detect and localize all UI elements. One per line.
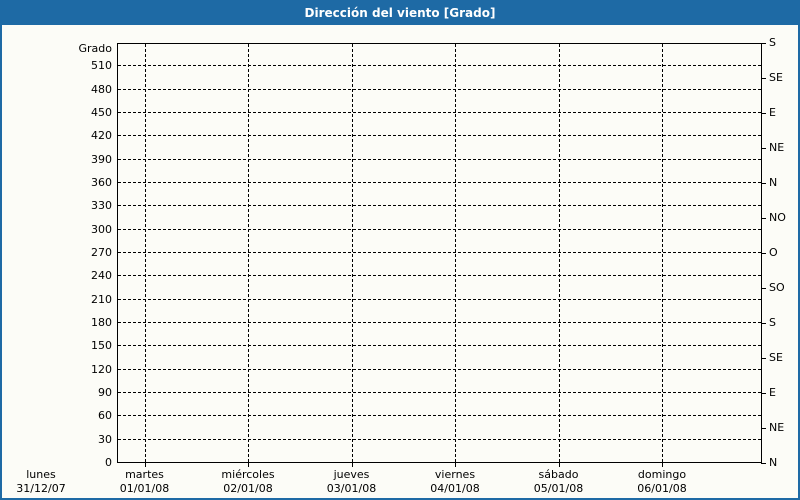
y-tick-label: 210 — [42, 293, 112, 307]
y-tick-label: 240 — [42, 269, 112, 283]
y-gridline — [118, 345, 761, 346]
compass-label: SE — [769, 71, 783, 85]
y-tick-label: 150 — [42, 339, 112, 353]
x-day-date: 02/01/08 — [196, 482, 300, 495]
y-gridline — [118, 112, 761, 113]
y-gridline — [118, 369, 761, 370]
compass-tick — [761, 148, 766, 149]
y-gridline — [118, 65, 761, 66]
x-day-label: viernes04/01/08 — [403, 468, 507, 495]
compass-label: NO — [769, 211, 786, 225]
compass-tick — [761, 323, 766, 324]
compass-tick — [761, 393, 766, 394]
x-day-name: viernes — [403, 468, 507, 481]
y-axis-unit-label: Grado — [42, 42, 112, 56]
compass-tick — [761, 253, 766, 254]
compass-label: N — [769, 456, 777, 470]
x-axis-tick — [455, 463, 456, 467]
y-gridline — [118, 135, 761, 136]
y-tick-label: 90 — [42, 386, 112, 400]
compass-tick — [761, 463, 766, 464]
y-tick-label: 30 — [42, 433, 112, 447]
x-axis-tick — [352, 463, 353, 467]
x-day-name: lunes — [0, 468, 93, 481]
x-day-name: domingo — [610, 468, 714, 481]
x-gridline — [559, 44, 560, 462]
y-tick-label: 510 — [42, 59, 112, 73]
x-gridline — [455, 44, 456, 462]
y-gridline — [118, 322, 761, 323]
x-day-date: 31/12/07 — [0, 482, 93, 495]
compass-label: E — [769, 106, 776, 120]
compass-label: S — [769, 316, 776, 330]
x-day-label: sábado05/01/08 — [507, 468, 611, 495]
y-gridline — [118, 252, 761, 253]
y-tick-label: 390 — [42, 153, 112, 167]
wind-direction-chart-window: Dirección del viento [Grado] Grado 03060… — [0, 0, 800, 500]
x-day-date: 05/01/08 — [507, 482, 611, 495]
y-tick-label: 180 — [42, 316, 112, 330]
y-gridline — [118, 205, 761, 206]
x-day-date: 03/01/08 — [300, 482, 404, 495]
compass-tick — [761, 288, 766, 289]
compass-tick — [761, 183, 766, 184]
x-day-label: domingo06/01/08 — [610, 468, 714, 495]
y-tick-label: 120 — [42, 363, 112, 377]
compass-label: E — [769, 386, 776, 400]
compass-label: NE — [769, 141, 784, 155]
y-tick-label: 60 — [42, 409, 112, 423]
compass-label: NE — [769, 421, 784, 435]
y-tick-label: 420 — [42, 129, 112, 143]
y-gridline — [118, 415, 761, 416]
x-day-name: sábado — [507, 468, 611, 481]
chart-title-bar: Dirección del viento [Grado] — [2, 2, 798, 25]
y-tick-label: 360 — [42, 176, 112, 190]
chart-title: Dirección del viento [Grado] — [305, 6, 496, 20]
x-gridline — [662, 44, 663, 462]
y-tick-label: 300 — [42, 223, 112, 237]
x-day-label: lunes31/12/07 — [0, 468, 93, 495]
compass-label: O — [769, 246, 778, 260]
y-gridline — [118, 89, 761, 90]
x-day-date: 06/01/08 — [610, 482, 714, 495]
y-gridline — [118, 159, 761, 160]
x-day-name: jueves — [300, 468, 404, 481]
compass-tick — [761, 358, 766, 359]
compass-label: SO — [769, 281, 785, 295]
x-day-date: 01/01/08 — [93, 482, 197, 495]
y-gridline — [118, 299, 761, 300]
x-day-date: 04/01/08 — [403, 482, 507, 495]
compass-tick — [761, 113, 766, 114]
y-tick-label: 450 — [42, 106, 112, 120]
y-tick-label: 270 — [42, 246, 112, 260]
compass-label: SE — [769, 351, 783, 365]
y-gridline — [118, 182, 761, 183]
y-tick-label: 330 — [42, 199, 112, 213]
x-day-label: miércoles02/01/08 — [196, 468, 300, 495]
compass-tick — [761, 78, 766, 79]
compass-label: N — [769, 176, 777, 190]
x-gridline — [145, 44, 146, 462]
plot-area — [117, 43, 762, 463]
y-tick-label: 480 — [42, 83, 112, 97]
y-gridline — [118, 275, 761, 276]
x-day-name: martes — [93, 468, 197, 481]
compass-label: S — [769, 36, 776, 50]
x-gridline — [248, 44, 249, 462]
x-axis-tick — [145, 463, 146, 467]
compass-tick — [761, 43, 766, 44]
x-axis-tick — [248, 463, 249, 467]
compass-tick — [761, 218, 766, 219]
x-day-label: martes01/01/08 — [93, 468, 197, 495]
y-gridline — [118, 439, 761, 440]
y-gridline — [118, 229, 761, 230]
x-axis-tick — [662, 463, 663, 467]
y-gridline — [118, 392, 761, 393]
x-gridline — [352, 44, 353, 462]
x-axis-tick — [559, 463, 560, 467]
x-day-label: jueves03/01/08 — [300, 468, 404, 495]
compass-tick — [761, 428, 766, 429]
x-day-name: miércoles — [196, 468, 300, 481]
